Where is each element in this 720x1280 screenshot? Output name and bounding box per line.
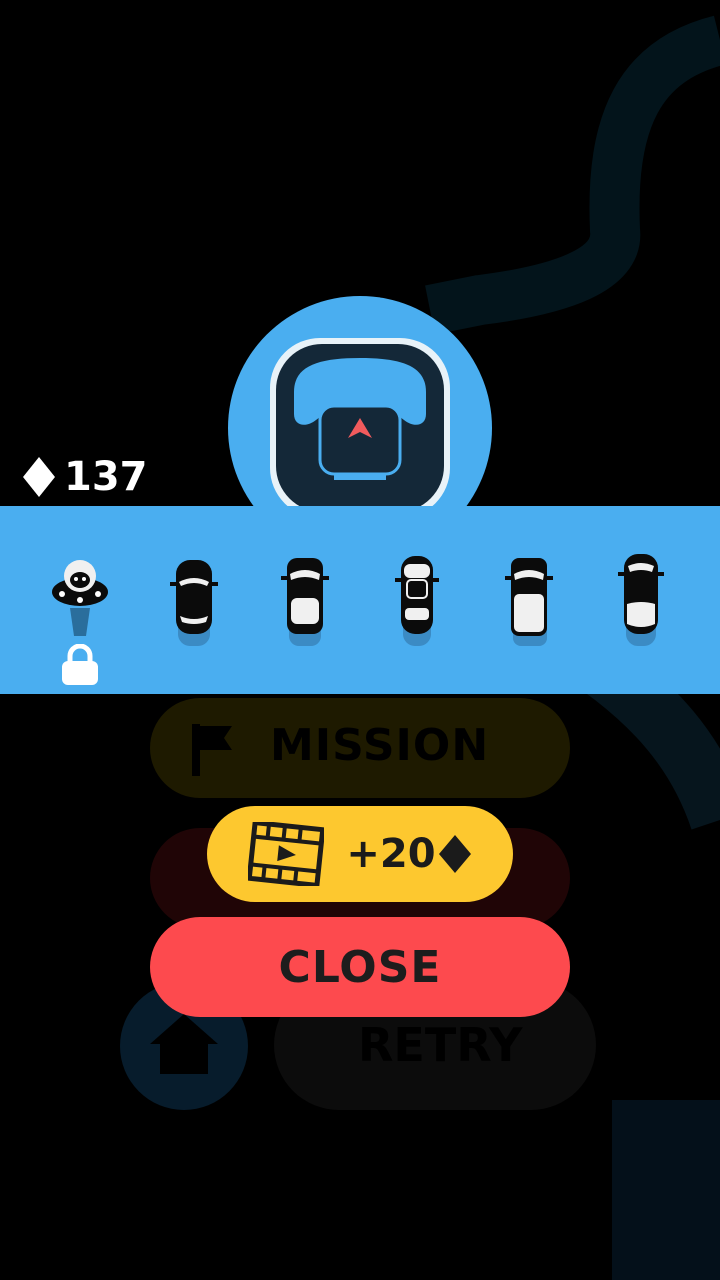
car-icon	[281, 558, 329, 646]
car-icon	[618, 554, 664, 646]
car-icon	[170, 560, 218, 646]
car-selection-bar	[0, 506, 720, 694]
close-button[interactable]: CLOSE	[150, 917, 570, 1017]
close-label: CLOSE	[278, 941, 442, 993]
car-slot-5[interactable]	[489, 546, 569, 656]
lock-icon	[62, 644, 98, 685]
retry-label: RETRY	[358, 1018, 523, 1072]
mission-label: MISSION	[270, 720, 490, 771]
car-slot-2[interactable]	[154, 546, 234, 656]
car-slot-6[interactable]	[600, 546, 680, 656]
ufo-icon	[52, 560, 108, 636]
car-slot-4[interactable]	[377, 546, 457, 656]
gem-count: 137	[64, 454, 148, 500]
video-film-icon	[248, 822, 325, 886]
diamond-icon	[438, 835, 471, 873]
car-slot-ufo[interactable]	[40, 546, 120, 656]
car-slot-3[interactable]	[265, 546, 345, 656]
diamond-icon	[23, 457, 55, 497]
gem-counter: 137	[22, 452, 148, 502]
mission-button-background: MISSION	[150, 698, 570, 798]
reward-amount: +20	[346, 831, 436, 877]
watch-video-reward-button[interactable]: +20	[207, 806, 513, 902]
car-icon	[395, 556, 439, 646]
flag-icon	[192, 724, 232, 776]
car-icon	[505, 558, 553, 646]
